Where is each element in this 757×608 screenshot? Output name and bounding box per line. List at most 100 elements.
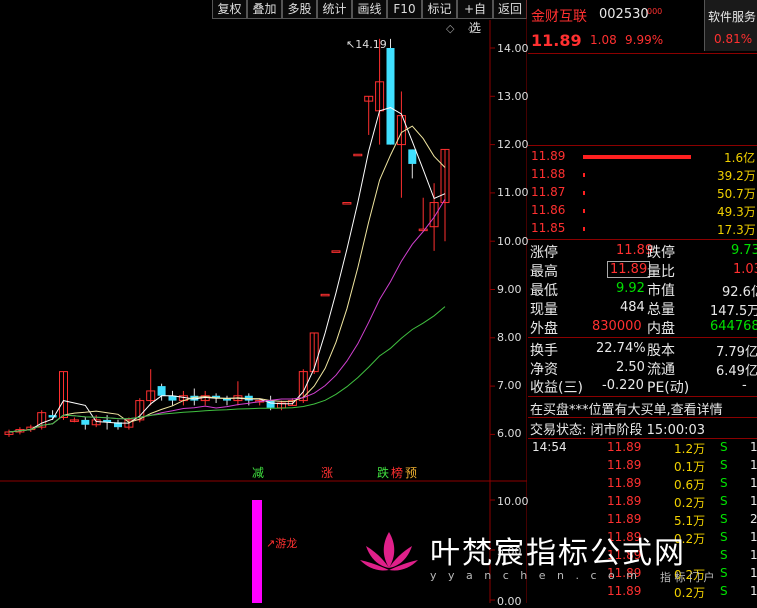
tick-volume: 0.2万 (674, 496, 706, 510)
tick-count: 1 (750, 494, 757, 508)
tick-count: 1 (750, 530, 757, 544)
peak-value: 14.19 (355, 38, 387, 51)
tick-price: 11.89 (607, 584, 642, 598)
tick-count: 1 (750, 440, 757, 454)
tick-count: 2 (750, 512, 757, 526)
watermark-title: 叶梵宸指标公式网 (430, 536, 686, 571)
tick-volume: 1.2万 (674, 442, 706, 456)
bid-volume: 17.3万 (717, 223, 756, 237)
tick-time: 14:54 (532, 440, 567, 454)
stat-label: PE(动) (647, 380, 690, 396)
stat-value: 9.73 (731, 243, 757, 258)
bid-volume: 1.6亿 (724, 151, 756, 165)
stat-value: 644768 (710, 319, 757, 334)
price-change-pct: 9.99% (625, 33, 664, 47)
tick-side: S (720, 494, 728, 508)
tick-count: 1 (750, 566, 757, 580)
stat-label: 跌停 (647, 245, 675, 261)
divider (528, 53, 757, 54)
divider (528, 438, 757, 439)
expand-icon[interactable]: ◇ (446, 22, 454, 35)
price-tick: 11.00 (497, 186, 529, 199)
tick-count: 1 (750, 584, 757, 598)
tick-price: 11.89 (607, 440, 642, 454)
stat-label: 市值 (647, 283, 675, 299)
watermark-subtitle: 指 标 门 户 (660, 571, 715, 584)
sector-pct: 0.81% (714, 32, 753, 46)
candlestick-chart[interactable] (0, 0, 527, 603)
stat-label: 现量 (530, 302, 558, 318)
tick-side: S (720, 584, 728, 598)
price-tick: 13.00 (497, 90, 529, 103)
candle-body (353, 153, 363, 157)
tick-count: 1 (750, 548, 757, 562)
candle-body (48, 415, 57, 418)
ma-line-mid (8, 125, 446, 433)
candle-body (418, 228, 428, 232)
stat-label: 量比 (647, 264, 675, 280)
candle-body (386, 48, 395, 145)
bid-volume: 49.3万 (717, 205, 756, 219)
bid-price: 11.86 (531, 203, 566, 217)
bid-volume: 39.2万 (717, 169, 756, 183)
bid-price: 11.85 (531, 221, 566, 235)
price-tick: 10.00 (497, 235, 529, 248)
big-order-notice[interactable]: 在买盘***位置有大买单,查看详情 (530, 399, 723, 418)
indicator-tick: 0.00 (497, 595, 522, 608)
bid-volume-bar (583, 191, 585, 195)
tick-volume: 0.1万 (674, 460, 706, 474)
tick-row: 11.89 0.6万 S 1 (528, 476, 757, 494)
stat-label: 净资 (530, 362, 558, 378)
divider (528, 417, 757, 418)
indicator-tick: 10.00 (497, 495, 529, 508)
tick-side: S (720, 530, 728, 544)
lotus-logo (360, 532, 418, 571)
watermark-url: y y a n c h e n . c o m (430, 569, 641, 582)
stat-value: 7.79亿 (716, 345, 757, 360)
stat-label: 最低 (530, 283, 558, 299)
tick-price: 11.89 (607, 494, 642, 508)
bid-volume-bar (583, 155, 691, 159)
tick-side: S (720, 476, 728, 490)
stat-label: 最高 (530, 264, 558, 280)
stat-value: 484 (620, 300, 645, 315)
tick-side: S (720, 566, 728, 580)
tick-row: 11.89 0.2万 S 1 (528, 494, 757, 512)
stat-value: 9.92 (616, 281, 645, 296)
bid-volume-bar (583, 173, 585, 177)
signal-jian: 减 (252, 466, 265, 480)
bid-price: 11.89 (531, 149, 566, 163)
candle-body (157, 386, 166, 396)
settings-icon[interactable]: ◇ (468, 22, 476, 35)
stock-name: 金财互联 (531, 9, 587, 25)
tick-price: 11.89 (607, 476, 642, 490)
tick-row: 14:54 11.89 1.2万 S 1 (528, 440, 757, 458)
tick-volume: 5.1万 (674, 514, 706, 528)
tick-count: 1 (750, 476, 757, 490)
indicator-label: ↗游龙 (266, 537, 298, 550)
stat-value: -0.220 (602, 378, 644, 393)
tick-side: S (720, 512, 728, 526)
indicator-bar (252, 500, 262, 603)
price-tick: 8.00 (497, 331, 522, 344)
ma-line-short (8, 107, 446, 433)
tick-row: 11.89 0.2万 S 1 (528, 584, 757, 602)
sector-name: 软件服务 (708, 10, 757, 24)
indicator-label-text: 游龙 (275, 537, 298, 550)
peak-price-label: ↖14.19 (346, 38, 387, 51)
signal-die: 跌 (377, 466, 390, 480)
candle-body (81, 419, 90, 425)
candle-body (408, 149, 417, 164)
divider (528, 145, 757, 146)
tick-volume: 0.6万 (674, 478, 706, 492)
tick-row: 11.89 0.1万 S 1 (528, 458, 757, 476)
tick-side: S (720, 548, 728, 562)
stat-label: 换手 (530, 343, 558, 359)
stat-label: 总量 (647, 302, 675, 318)
tick-price: 11.89 (607, 458, 642, 472)
bid-price: 11.88 (531, 167, 566, 181)
price-tick: 9.00 (497, 283, 522, 296)
bid-volume: 50.7万 (717, 187, 756, 201)
stat-value: 92.6亿 (722, 285, 757, 300)
stat-label: 外盘 (530, 321, 558, 337)
